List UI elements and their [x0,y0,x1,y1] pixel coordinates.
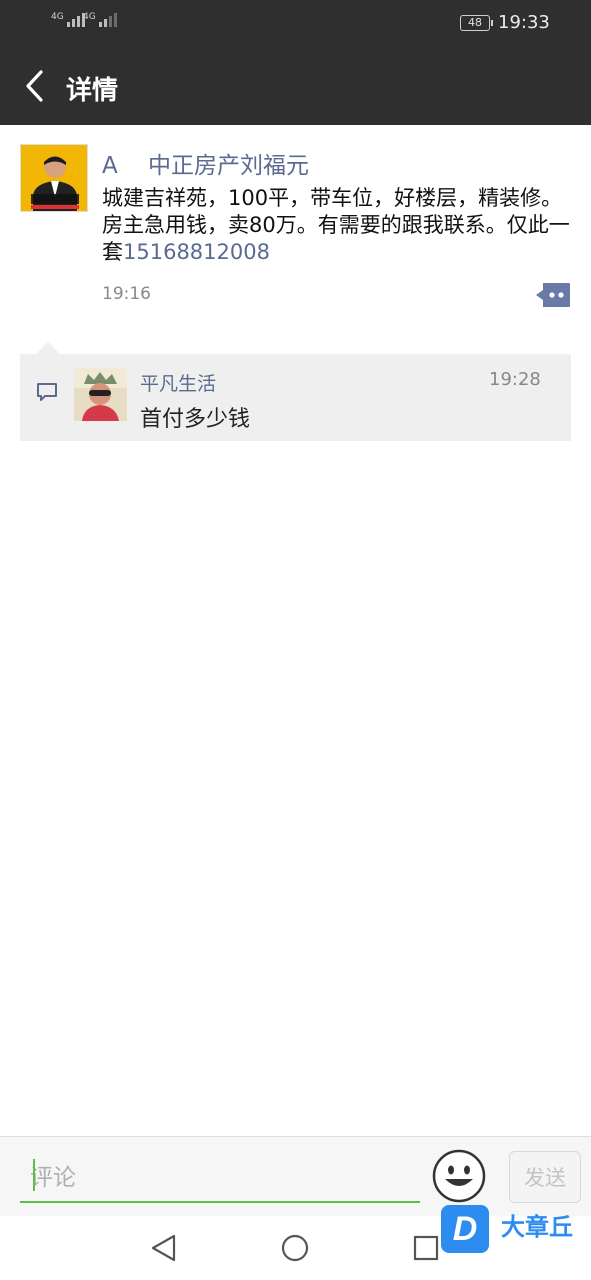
nav-home-icon [281,1234,309,1262]
nav-home-button[interactable] [279,1232,311,1264]
comment-input-bar: 发送 [0,1136,591,1216]
page-title: 详情 [66,76,119,106]
avatar-photo-icon [74,368,127,421]
send-button[interactable]: 发送 [509,1151,581,1203]
author-avatar[interactable] [20,144,88,212]
watermark: D 大章丘 [441,1205,591,1255]
nav-recent-icon [413,1235,439,1261]
commenter-avatar[interactable] [74,368,127,421]
smiley-icon [432,1149,486,1203]
watermark-text: 大章丘 [501,1213,573,1241]
title-bar: 详情 [0,46,591,125]
nav-recent-button[interactable] [410,1232,442,1264]
nav-back-button[interactable] [148,1232,180,1264]
phone-link[interactable]: 15168812008 [123,240,270,264]
commenter-name[interactable]: 平凡生活 [140,369,216,396]
nav-back-icon [151,1234,176,1262]
comments-section: 平凡生活 19:28 首付多少钱 [20,342,571,441]
network-type-label: 4G [51,12,64,22]
chevron-left-icon [26,70,43,102]
more-actions-button[interactable] [535,282,571,308]
avatar-portrait-icon [21,145,87,211]
author-name[interactable]: A 中正房产刘福元 [102,146,309,180]
status-bar: 4G 4G 48 19:33 [0,0,591,46]
back-button[interactable] [14,66,54,106]
comment-time: 19:28 [489,369,541,390]
post-time: 19:16 [102,284,151,304]
text-cursor [33,1159,35,1191]
comment-input[interactable] [20,1155,420,1203]
signal-strength-icon-2: 4G [83,13,117,27]
emoji-button[interactable] [432,1149,486,1203]
network-type-label-2: 4G [83,12,96,22]
more-dots-icon [536,283,570,307]
signal-strength-icon: 4G [51,13,85,27]
post-body: 城建吉祥苑，100平，带车位，好楼层，精装修。房主急用钱，卖80万。有需要的跟我… [102,185,570,266]
watermark-logo-icon: D [441,1205,489,1253]
comment-icon [37,383,57,401]
status-time: 19:33 [498,12,550,33]
battery-icon: 48 [460,15,493,31]
comment-text[interactable]: 首付多少钱 [140,401,250,433]
